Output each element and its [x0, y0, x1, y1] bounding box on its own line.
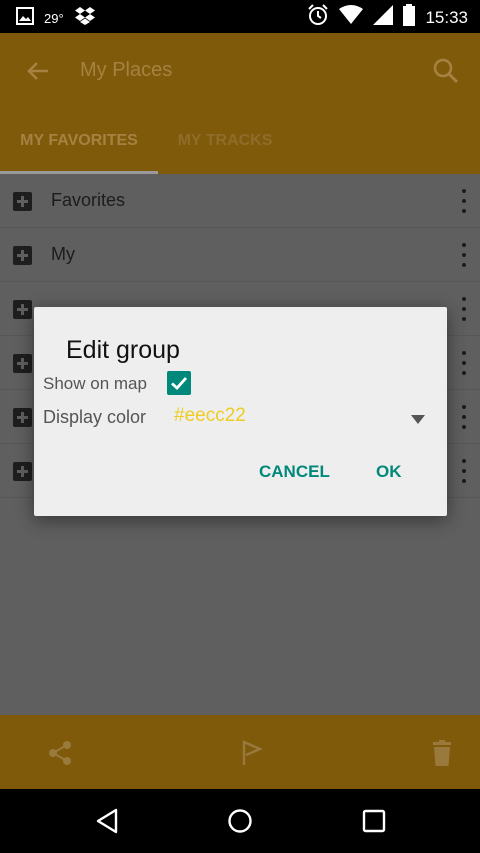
cancel-button[interactable]: CANCEL [259, 462, 330, 482]
tab-my-tracks[interactable]: MY TRACKS [158, 109, 292, 174]
expand-plus-icon[interactable] [13, 462, 32, 481]
more-options-icon[interactable] [458, 351, 470, 375]
expand-plus-icon[interactable] [13, 354, 32, 373]
temperature-text: 29° [44, 10, 64, 26]
list-item-label: Favorites [51, 190, 126, 210]
image-icon [16, 7, 34, 30]
expand-plus-icon[interactable] [13, 192, 32, 211]
clock-text: 15:33 [425, 7, 468, 27]
display-color-label: Display color [43, 407, 147, 427]
more-options-icon[interactable] [458, 189, 470, 213]
expand-plus-icon[interactable] [13, 300, 32, 319]
status-bar-right: 15:33 [307, 4, 468, 31]
bottom-action-bar [0, 715, 480, 789]
checkmark-icon [171, 377, 188, 390]
edit-group-dialog: Edit group Show on map Display color #ee… [34, 307, 447, 516]
nav-home-icon[interactable] [226, 807, 254, 835]
show-on-map-label: Show on map [43, 374, 147, 393]
flag-icon[interactable] [238, 739, 266, 767]
page-title: My Places [80, 59, 173, 81]
wifi-icon [339, 5, 364, 30]
dropdown-arrow-icon[interactable] [411, 411, 425, 424]
list-item-label: My [51, 244, 75, 264]
more-options-icon[interactable] [458, 459, 470, 483]
expand-plus-icon[interactable] [13, 408, 32, 427]
expand-plus-icon[interactable] [13, 246, 32, 265]
nav-recents-icon[interactable] [360, 807, 388, 835]
tab-my-favorites[interactable]: MY FAVORITES [0, 109, 158, 174]
search-icon[interactable] [432, 57, 460, 85]
more-options-icon[interactable] [458, 405, 470, 429]
list-item[interactable]: My [0, 228, 480, 282]
trash-icon[interactable] [428, 739, 456, 767]
list-item[interactable]: Favorites [0, 174, 480, 228]
share-icon[interactable] [46, 739, 74, 767]
tab-bar: MY FAVORITES MY TRACKS [0, 109, 480, 174]
more-options-icon[interactable] [458, 243, 470, 267]
more-options-icon[interactable] [458, 297, 470, 321]
status-bar: 29° 15:33 [0, 0, 480, 33]
display-color-value[interactable]: #eecc22 [174, 405, 246, 427]
signal-icon [373, 5, 394, 30]
ok-button[interactable]: OK [376, 462, 402, 482]
system-nav-bar [0, 789, 480, 853]
battery-icon [403, 4, 416, 31]
status-bar-left: 29° [16, 6, 96, 31]
app-bar: My Places [0, 33, 480, 109]
dropbox-icon [74, 6, 96, 31]
nav-back-icon[interactable] [94, 807, 122, 835]
dialog-title: Edit group [66, 336, 180, 364]
show-on-map-checkbox[interactable] [167, 371, 191, 395]
back-arrow-icon[interactable] [24, 57, 52, 85]
alarm-icon [307, 4, 329, 31]
